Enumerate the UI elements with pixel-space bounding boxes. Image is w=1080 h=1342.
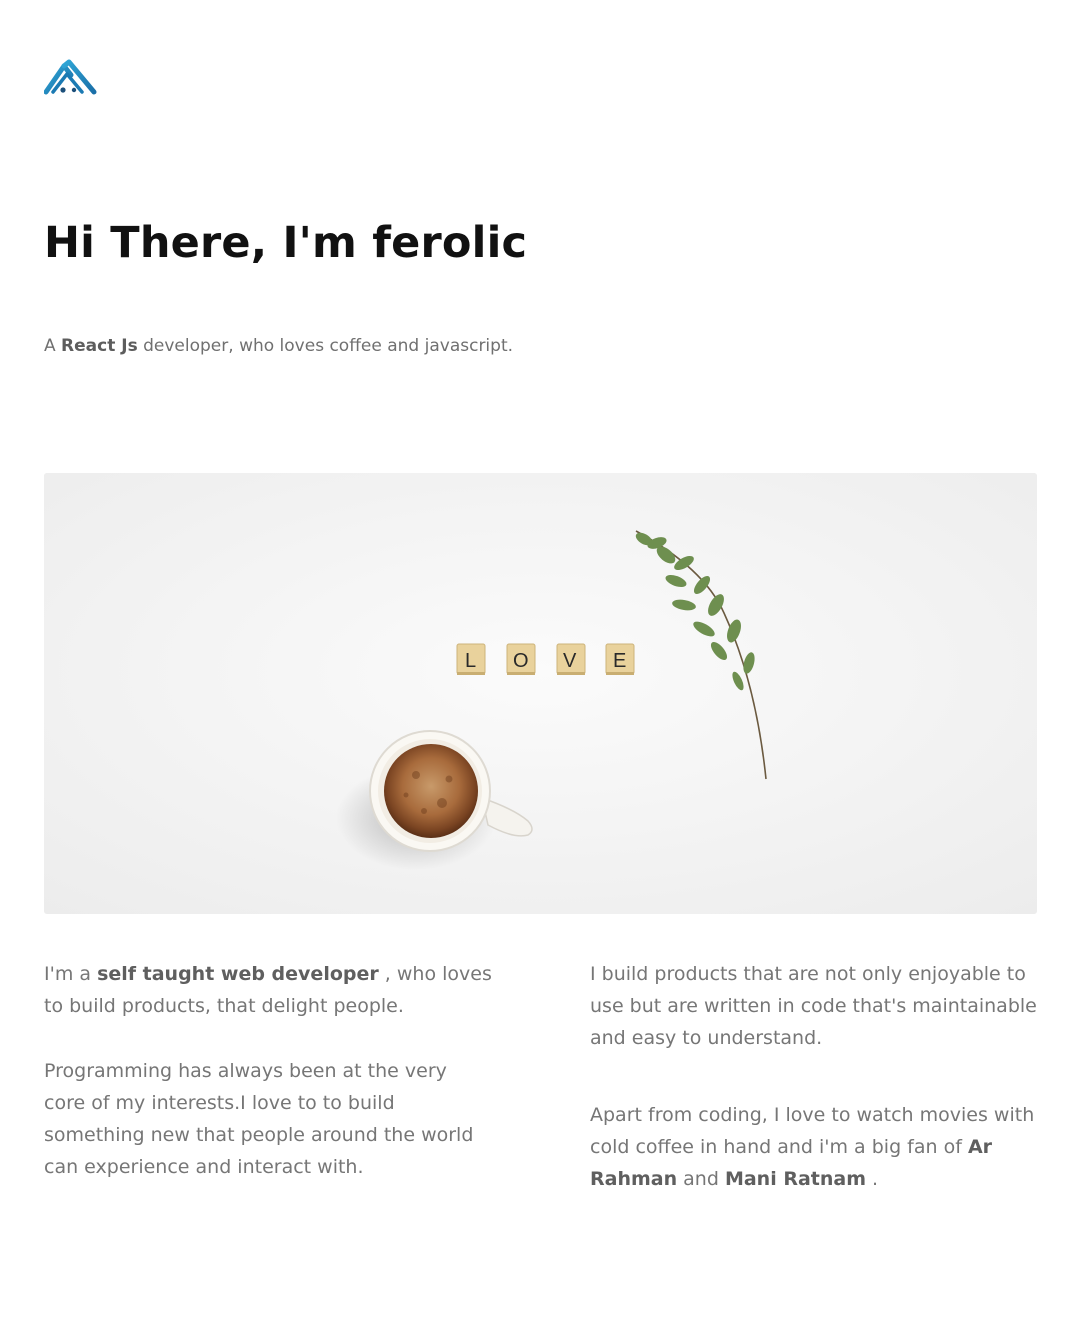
page-title: Hi There, I'm ferolic bbox=[44, 218, 528, 268]
about-programming: Programming has always been at the very … bbox=[44, 1060, 474, 1178]
tagline-highlight: React Js bbox=[61, 336, 138, 356]
about-intro-highlight: self taught web developer bbox=[97, 963, 379, 985]
hero-image: L O V E bbox=[44, 473, 1037, 914]
tagline: A React Js developer, who loves coffee a… bbox=[44, 336, 513, 356]
about-intro-prefix: I'm a bbox=[44, 963, 98, 985]
logo-link[interactable] bbox=[43, 58, 98, 96]
about-right-column: I build products that are not only enjoy… bbox=[590, 958, 1040, 1195]
about-products: I build products that are not only enjoy… bbox=[590, 963, 1037, 1049]
tile-l: L bbox=[465, 650, 476, 672]
favorite-artist-2: Mani Ratnam bbox=[724, 1168, 867, 1190]
about-hobbies: Apart from coding, I love to watch movie… bbox=[590, 1099, 1040, 1195]
about-hobbies-middle: and bbox=[677, 1168, 725, 1190]
tagline-prefix: A bbox=[44, 336, 62, 356]
about-intro: I'm a self taught web developer , who lo… bbox=[44, 958, 494, 1022]
about-left-column: I'm a self taught web developer , who lo… bbox=[44, 958, 494, 1183]
about-hobbies-suffix: . bbox=[866, 1168, 879, 1190]
tagline-suffix: developer, who loves coffee and javascri… bbox=[137, 336, 514, 356]
mountain-logo-icon bbox=[43, 59, 97, 95]
tile-e: E bbox=[613, 650, 626, 672]
tile-o: O bbox=[513, 650, 529, 672]
tile-v: V bbox=[563, 650, 577, 672]
